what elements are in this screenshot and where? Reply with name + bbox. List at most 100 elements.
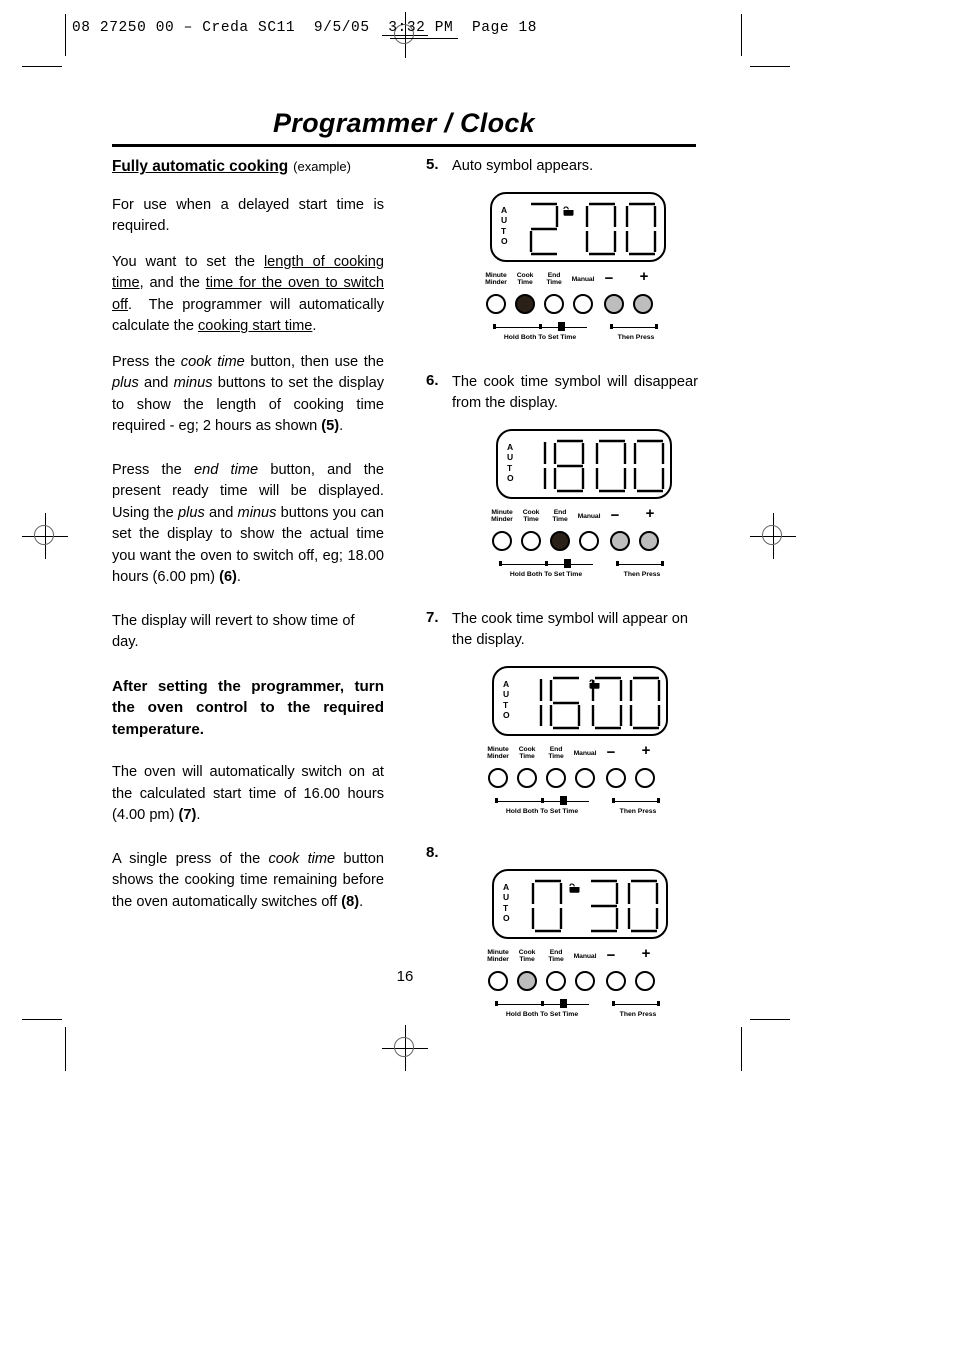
lcd-display-step-5: AUTO — [490, 191, 666, 262]
section-heading: Fully automatic cooking — [112, 158, 289, 175]
step-8: 8. AUTO Minute Minder Cook Time End Time… — [426, 844, 698, 1023]
caption-then-press: Then Press — [623, 570, 661, 578]
step-5-text: Auto symbol appears. — [452, 158, 594, 174]
bracket-line-then-press — [616, 563, 664, 566]
auto-indicator-step-8: AUTO — [503, 881, 510, 924]
title-rule — [112, 144, 696, 147]
button-plus[interactable] — [633, 293, 653, 314]
paragraph-after-setting-bold: After setting the programmer, turn the o… — [112, 677, 384, 738]
button-minus[interactable] — [606, 767, 626, 788]
bracket-tick-left — [499, 560, 502, 566]
button-minute-minder[interactable] — [486, 293, 506, 314]
bracket-box-marker — [564, 558, 571, 568]
auto-indicator-step-6: AUTO — [507, 441, 514, 484]
button-manual[interactable] — [573, 293, 593, 314]
button-row-step-5 — [482, 293, 682, 318]
lcd-digit-4 — [633, 439, 665, 492]
bracket-tick-left — [495, 797, 498, 803]
button-label-plus: + — [641, 944, 651, 962]
button-minute-minder[interactable] — [492, 530, 512, 551]
paragraph-end-time-button: Press the end time button, and the prese… — [112, 461, 384, 586]
auto-indicator-step-5: AUTO — [501, 204, 508, 247]
caption-then-press: Then Press — [619, 1010, 657, 1018]
button-label-minus: − — [606, 946, 616, 964]
programmer-panel-step-6: AUTO Minute Minder Cook Time End Time Ma… — [488, 428, 688, 583]
lcd-digit-4 — [625, 202, 657, 255]
button-end-time[interactable] — [550, 530, 570, 551]
button-row-step-7 — [484, 767, 684, 792]
button-minus[interactable] — [610, 530, 630, 551]
button-end-time[interactable] — [544, 293, 564, 314]
caption-hold-both: Hold Both To Set Time — [505, 807, 579, 815]
button-minute-minder[interactable] — [488, 767, 508, 788]
button-plus[interactable] — [639, 530, 659, 551]
paragraph-set-overview: You want to set the length of cooking ti… — [112, 253, 384, 335]
page-title: Programmer / Clock — [273, 108, 535, 138]
lcd-digit-3 — [591, 676, 623, 729]
lcd-digit-1 — [531, 879, 563, 932]
bracket-tick-left — [493, 323, 496, 329]
button-end-time[interactable] — [546, 767, 566, 788]
page-number: 16 — [396, 968, 414, 985]
step-5: 5. Auto symbol appears. AUTO Minute Mind… — [426, 156, 698, 346]
button-cook-time[interactable] — [521, 530, 541, 551]
bracket-group-step-8 — [484, 998, 684, 1011]
bracket-tick-press-right — [657, 797, 660, 803]
bracket-group-step-5 — [482, 321, 682, 334]
caption-hold-both: Hold Both To Set Time — [505, 1010, 579, 1018]
button-cook-time[interactable] — [515, 293, 535, 314]
button-plus[interactable] — [635, 767, 655, 788]
button-cook-time[interactable] — [517, 767, 537, 788]
paragraph-intro: For use when a delayed start time is req… — [112, 196, 384, 235]
bracket-tick-press-left — [612, 797, 615, 803]
bracket-box-marker — [560, 998, 567, 1008]
section-heading-note: (example) — [293, 159, 351, 174]
button-manual[interactable] — [579, 530, 599, 551]
step-5-number: 5. — [426, 156, 439, 173]
paragraph-auto-switch-on: The oven will automatically switch on at… — [112, 764, 384, 823]
section-heading-line: Fully automatic cooking (example) — [112, 156, 384, 179]
bracket-line-then-press — [610, 326, 658, 329]
caption-hold-both: Hold Both To Set Time — [503, 333, 577, 341]
button-manual[interactable] — [575, 767, 595, 788]
step-6-text: The cook time symbol will disappear from… — [452, 373, 698, 412]
lcd-display-step-8: AUTO — [492, 868, 668, 939]
button-labels-step-8: Minute Minder Cook Time End Time Manual … — [484, 944, 684, 971]
bracket-tick-press-right — [657, 1000, 660, 1006]
button-label-minus: − — [606, 743, 616, 761]
programmer-panel-step-7: AUTO Minute Minder Cook Time End Time Ma… — [484, 665, 684, 820]
bracket-line-then-press — [612, 1003, 660, 1006]
cook-pot-icon-step-8 — [569, 882, 580, 893]
paragraph-revert: The display will revert to show time of … — [112, 612, 355, 651]
right-step-column: 5. Auto symbol appears. AUTO Minute Mind… — [426, 156, 698, 1029]
bracket-tick-mid — [541, 1000, 544, 1006]
paragraph-cook-time-button: Press the cook time button, then use the… — [112, 353, 385, 435]
button-minus[interactable] — [604, 293, 624, 314]
bracket-tick-press-left — [616, 560, 619, 566]
left-text-column: Fully automatic cooking (example) For use… — [112, 156, 384, 927]
lcd-digit-4 — [627, 879, 659, 932]
bracket-captions-step-8: Hold Both To Set Time Then Press — [484, 1011, 694, 1023]
bracket-tick-left — [495, 1000, 498, 1006]
paragraph-single-press: A single press of the cook time button s… — [112, 850, 384, 910]
button-row-step-6 — [488, 530, 688, 555]
lcd-digits-step-5 — [522, 200, 664, 258]
bracket-tick-mid — [545, 560, 548, 566]
step-7-text: The cook time symbol will appear on the … — [452, 610, 689, 649]
lcd-digit-2 — [549, 676, 581, 729]
button-label-minus: − — [604, 269, 614, 287]
document-page: 08 27250 00 – Creda SC11 9/5/05 3:32 PM … — [0, 0, 954, 1351]
button-label-plus: + — [645, 504, 655, 522]
bracket-captions-step-6: Hold Both To Set Time Then Press — [488, 571, 698, 583]
lcd-digit-2 — [553, 439, 585, 492]
lcd-display-step-7: AUTO — [492, 665, 668, 736]
lcd-digit-1 — [529, 202, 559, 255]
lcd-digits-step-8 — [524, 877, 666, 935]
button-label-minus: − — [610, 506, 620, 524]
step-8-number: 8. — [426, 843, 439, 861]
cook-pot-icon-step-5 — [563, 205, 574, 216]
step-6-number: 6. — [426, 371, 439, 389]
lcd-digit-3 — [585, 202, 617, 255]
bracket-line-then-press — [612, 800, 660, 803]
bracket-tick-press-right — [655, 323, 658, 329]
